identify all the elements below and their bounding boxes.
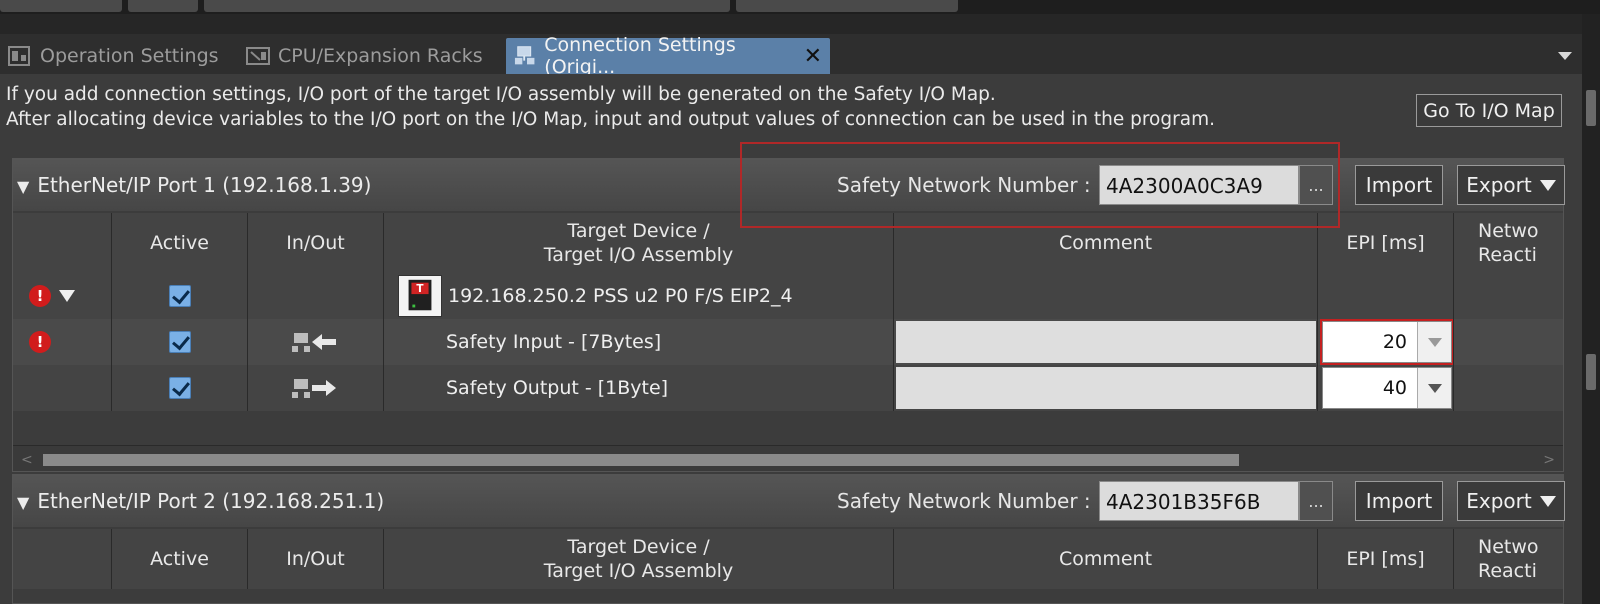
chevron-down-icon (1539, 179, 1556, 191)
active-cell (111, 365, 247, 411)
active-checkbox[interactable] (168, 377, 191, 399)
scroll-right-icon[interactable]: > (1543, 452, 1555, 468)
edge-indicator (1586, 90, 1596, 126)
comment-cell (893, 319, 1317, 365)
epi-select[interactable]: 20 (1320, 319, 1454, 365)
input-direction-icon (291, 333, 336, 352)
comment-field[interactable] (896, 367, 1316, 409)
safety-network-number-label: Safety Network Number : (837, 489, 1091, 513)
inout-cell (247, 273, 383, 319)
browse-button[interactable]: ... (1299, 481, 1333, 521)
column-header-active: Active (111, 213, 247, 273)
status-cell (13, 365, 111, 411)
table-row[interactable]: ! Safety Input - [7Bytes] 20 (13, 319, 1563, 365)
error-icon: ! (29, 331, 51, 353)
port-title[interactable]: ▼ EtherNet/IP Port 1 (192.168.1.39) (17, 173, 371, 197)
epi-cell: 20 (1317, 319, 1454, 365)
safety-network-number-field[interactable]: 4A2301B35F6B (1099, 481, 1299, 521)
cpu-racks-icon (246, 47, 270, 65)
tab-connection-settings[interactable]: Connection Settings (Origi... ✕ (506, 34, 830, 78)
safety-network-number-highlight (740, 142, 1340, 228)
close-icon[interactable]: ✕ (804, 44, 822, 69)
scrollbar-thumb[interactable] (43, 454, 1239, 466)
epi-select[interactable]: 40 (1322, 367, 1452, 409)
column-header-active: Active (111, 529, 247, 589)
edge-indicator (1586, 354, 1596, 390)
column-header-target: Target Device / Target I/O Assembly (383, 529, 893, 589)
column-header-status (13, 529, 111, 589)
tab-label: Operation Settings (40, 45, 219, 67)
network-cell (1453, 273, 1565, 319)
chevron-down-icon (1539, 495, 1556, 507)
column-header-network-reaction: Netwo Reacti (1453, 213, 1565, 273)
expand-toggle-icon[interactable] (59, 290, 75, 302)
svg-text:T: T (416, 283, 424, 295)
info-line: After allocating device variables to the… (6, 109, 1215, 130)
connection-icon (514, 46, 535, 65)
tab-label: CPU/Expansion Racks (278, 45, 483, 67)
top-toolbar-segment (204, 0, 730, 12)
column-header-epi: EPI [ms] (1317, 529, 1453, 589)
top-strip (0, 0, 1600, 14)
column-header-network-reaction: Netwo Reacti (1453, 529, 1565, 589)
chevron-down-icon[interactable] (1417, 368, 1451, 408)
target-device-name: 192.168.250.2 PSS u2 P0 F/S EIP2_4 (448, 285, 793, 307)
import-button[interactable]: Import (1355, 481, 1443, 521)
epi-cell: 40 (1317, 365, 1453, 411)
epi-cell (1317, 273, 1453, 319)
top-toolbar-segment (736, 0, 958, 12)
active-cell (111, 319, 247, 365)
table-header: Active In/Out Target Device / Target I/O … (13, 529, 1563, 589)
active-cell (111, 273, 247, 319)
status-cell: ! (13, 319, 111, 365)
go-to-io-map-button[interactable]: Go To I/O Map (1416, 94, 1562, 127)
active-checkbox[interactable] (168, 285, 191, 307)
column-header-comment: Comment (893, 529, 1317, 589)
title-band (0, 14, 1600, 34)
scroll-left-icon[interactable]: < (21, 452, 33, 468)
tab-label: Connection Settings (Origi... (544, 34, 736, 78)
error-icon: ! (29, 285, 51, 307)
import-button[interactable]: Import (1355, 165, 1443, 205)
comment-cell (893, 365, 1317, 411)
column-header-inout: In/Out (247, 213, 383, 273)
column-header-status (13, 213, 111, 273)
chevron-down-icon[interactable] (1417, 322, 1451, 362)
column-header-inout: In/Out (247, 529, 383, 589)
export-button[interactable]: Export (1457, 165, 1565, 205)
tab-bar: Operation Settings CPU/Expansion Racks C… (0, 34, 1582, 78)
status-cell: ! (13, 273, 111, 319)
comment-cell (893, 273, 1317, 319)
table-row[interactable]: ! T 192.168.250.2 PSS u2 P0 F/S EIP2_4 (13, 273, 1563, 319)
network-cell (1453, 365, 1565, 411)
tab-cpu-expansion-racks[interactable]: CPU/Expansion Racks (238, 38, 504, 74)
info-line: If you add connection settings, I/O port… (6, 84, 996, 105)
device-icon: T (398, 275, 442, 317)
horizontal-scrollbar[interactable]: < > (13, 445, 1563, 471)
tab-operation-settings[interactable]: Operation Settings (0, 38, 230, 74)
port-title[interactable]: ▼ EtherNet/IP Port 2 (192.168.251.1) (17, 489, 384, 513)
target-device-cell: T 192.168.250.2 PSS u2 P0 F/S EIP2_4 (383, 273, 893, 319)
table-row[interactable]: Safety Output - [1Byte] 40 (13, 365, 1563, 411)
output-direction-icon (291, 379, 336, 398)
network-cell (1453, 319, 1565, 365)
active-checkbox[interactable] (168, 331, 191, 353)
right-edge-panel (1582, 14, 1600, 604)
export-button[interactable]: Export (1457, 481, 1565, 521)
top-toolbar-segment (0, 0, 122, 12)
operation-settings-icon (8, 46, 30, 66)
inout-cell (247, 319, 383, 365)
target-assembly-cell: Safety Output - [1Byte] (383, 365, 893, 411)
port-panel: ▼ EtherNet/IP Port 2 (192.168.251.1) Safe… (12, 474, 1565, 604)
port-header[interactable]: ▼ EtherNet/IP Port 2 (192.168.251.1) Safe… (13, 475, 1565, 527)
top-toolbar-segment (128, 0, 198, 12)
info-text: If you add connection settings, I/O port… (6, 82, 1215, 132)
chevron-down-icon[interactable] (1558, 52, 1572, 60)
inout-cell (247, 365, 383, 411)
comment-field[interactable] (896, 321, 1316, 363)
target-assembly-cell: Safety Input - [7Bytes] (383, 319, 893, 365)
